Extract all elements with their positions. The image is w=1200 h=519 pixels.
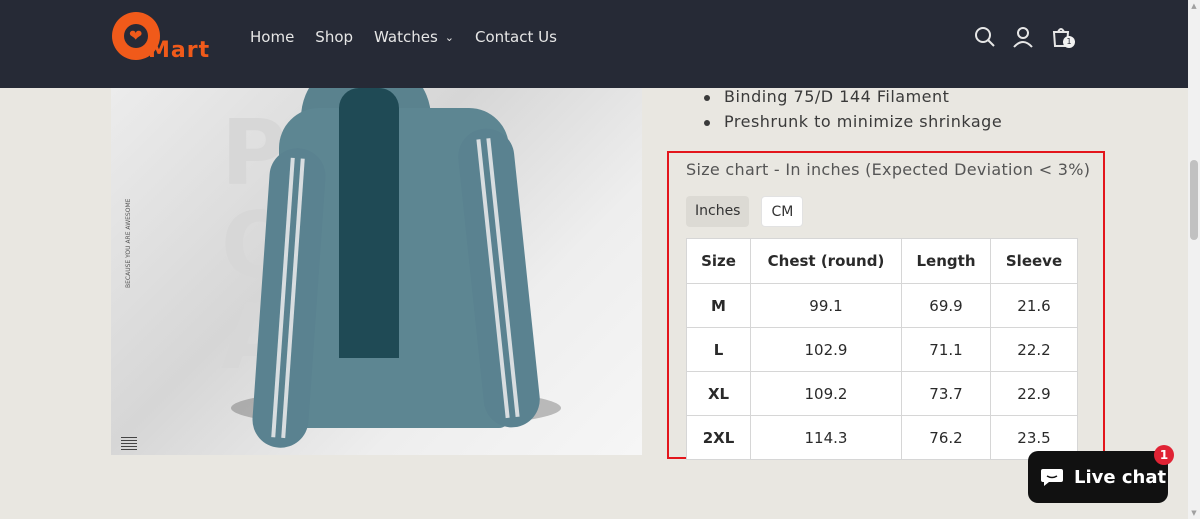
- length-cell: 76.2: [901, 415, 991, 460]
- account-icon[interactable]: [1012, 26, 1034, 48]
- product-feature-list: Binding 75/D 144 Filament Preshrunk to m…: [704, 86, 1002, 136]
- nav-watches[interactable]: Watches ⌄: [374, 28, 454, 46]
- table-header-row: Size Chest (round) Length Sleeve: [686, 238, 1078, 284]
- size-cell: 2XL: [686, 415, 751, 460]
- length-cell: 71.1: [901, 327, 991, 372]
- chest-cell: 99.1: [750, 283, 902, 328]
- size-cell: XL: [686, 371, 751, 416]
- list-item: Preshrunk to minimize shrinkage: [704, 111, 1002, 136]
- table-row: 2XL 114.3 76.2 23.5: [686, 415, 1078, 460]
- column-header-size: Size: [686, 238, 751, 284]
- nav-shop-label: Shop: [315, 28, 354, 46]
- nav-shop[interactable]: Shop: [315, 28, 353, 46]
- nav-contact-label: Contact Us: [475, 28, 557, 46]
- scrollbar-thumb[interactable]: [1190, 160, 1198, 240]
- unit-tabs: Inches CM: [686, 196, 815, 227]
- sleeve-cell: 22.2: [990, 327, 1078, 372]
- sleeve-cell: 22.9: [990, 371, 1078, 416]
- logo-text: Mart: [148, 38, 211, 63]
- jacket-inner-shirt: [339, 88, 399, 358]
- live-chat-button[interactable]: Live chat: [1028, 451, 1168, 503]
- table-row: M 99.1 69.9 21.6: [686, 283, 1078, 328]
- cart-count-badge: 1: [1063, 36, 1075, 48]
- nav-watches-label: Watches: [374, 28, 438, 46]
- page-scrollbar[interactable]: ▲ ▼: [1188, 0, 1200, 519]
- tab-inches[interactable]: Inches: [686, 196, 750, 227]
- sleeve-cell: 21.6: [990, 283, 1078, 328]
- column-header-sleeve: Sleeve: [990, 238, 1078, 284]
- size-cell: M: [686, 283, 751, 328]
- chest-cell: 109.2: [750, 371, 902, 416]
- image-side-text: BECAUSE YOU ARE AWESOME: [125, 198, 132, 288]
- nav-home-label: Home: [250, 28, 295, 46]
- size-table: Size Chest (round) Length Sleeve M 99.1 …: [686, 238, 1078, 460]
- chest-cell: 114.3: [750, 415, 902, 460]
- search-icon[interactable]: [974, 26, 996, 48]
- site-header: ❤ Mart Home Shop Watches ⌄ Contact Us 1: [0, 0, 1188, 88]
- chat-notification-badge: 1: [1154, 445, 1174, 465]
- scroll-down-arrow-icon[interactable]: ▼: [1188, 507, 1200, 519]
- live-chat-label: Live chat: [1074, 466, 1167, 488]
- length-cell: 69.9: [901, 283, 991, 328]
- logo-heart-icon: ❤: [129, 26, 143, 45]
- nav-contact-us[interactable]: Contact Us: [475, 28, 557, 46]
- table-row: XL 109.2 73.7 22.9: [686, 371, 1078, 416]
- scroll-up-arrow-icon[interactable]: ▲: [1188, 0, 1200, 12]
- chevron-down-icon: ⌄: [444, 30, 454, 44]
- size-chart-title: Size chart - In inches (Expected Deviati…: [686, 160, 1091, 179]
- size-cell: L: [686, 327, 751, 372]
- column-header-chest: Chest (round): [750, 238, 902, 284]
- chest-cell: 102.9: [750, 327, 902, 372]
- barcode-icon: [121, 436, 137, 450]
- main-nav: Home Shop Watches ⌄ Contact Us: [250, 28, 578, 46]
- length-cell: 73.7: [901, 371, 991, 416]
- chat-bubble-icon: [1041, 469, 1063, 486]
- list-item: Binding 75/D 144 Filament: [704, 86, 1002, 111]
- tab-cm[interactable]: CM: [761, 196, 804, 227]
- brand-logo[interactable]: ❤ Mart: [112, 12, 222, 63]
- nav-home[interactable]: Home: [250, 28, 294, 46]
- product-image[interactable]: PROIAI BECAUSE YOU ARE AWESOME: [111, 88, 642, 455]
- column-header-length: Length: [901, 238, 991, 284]
- table-row: L 102.9 71.1 22.2: [686, 327, 1078, 372]
